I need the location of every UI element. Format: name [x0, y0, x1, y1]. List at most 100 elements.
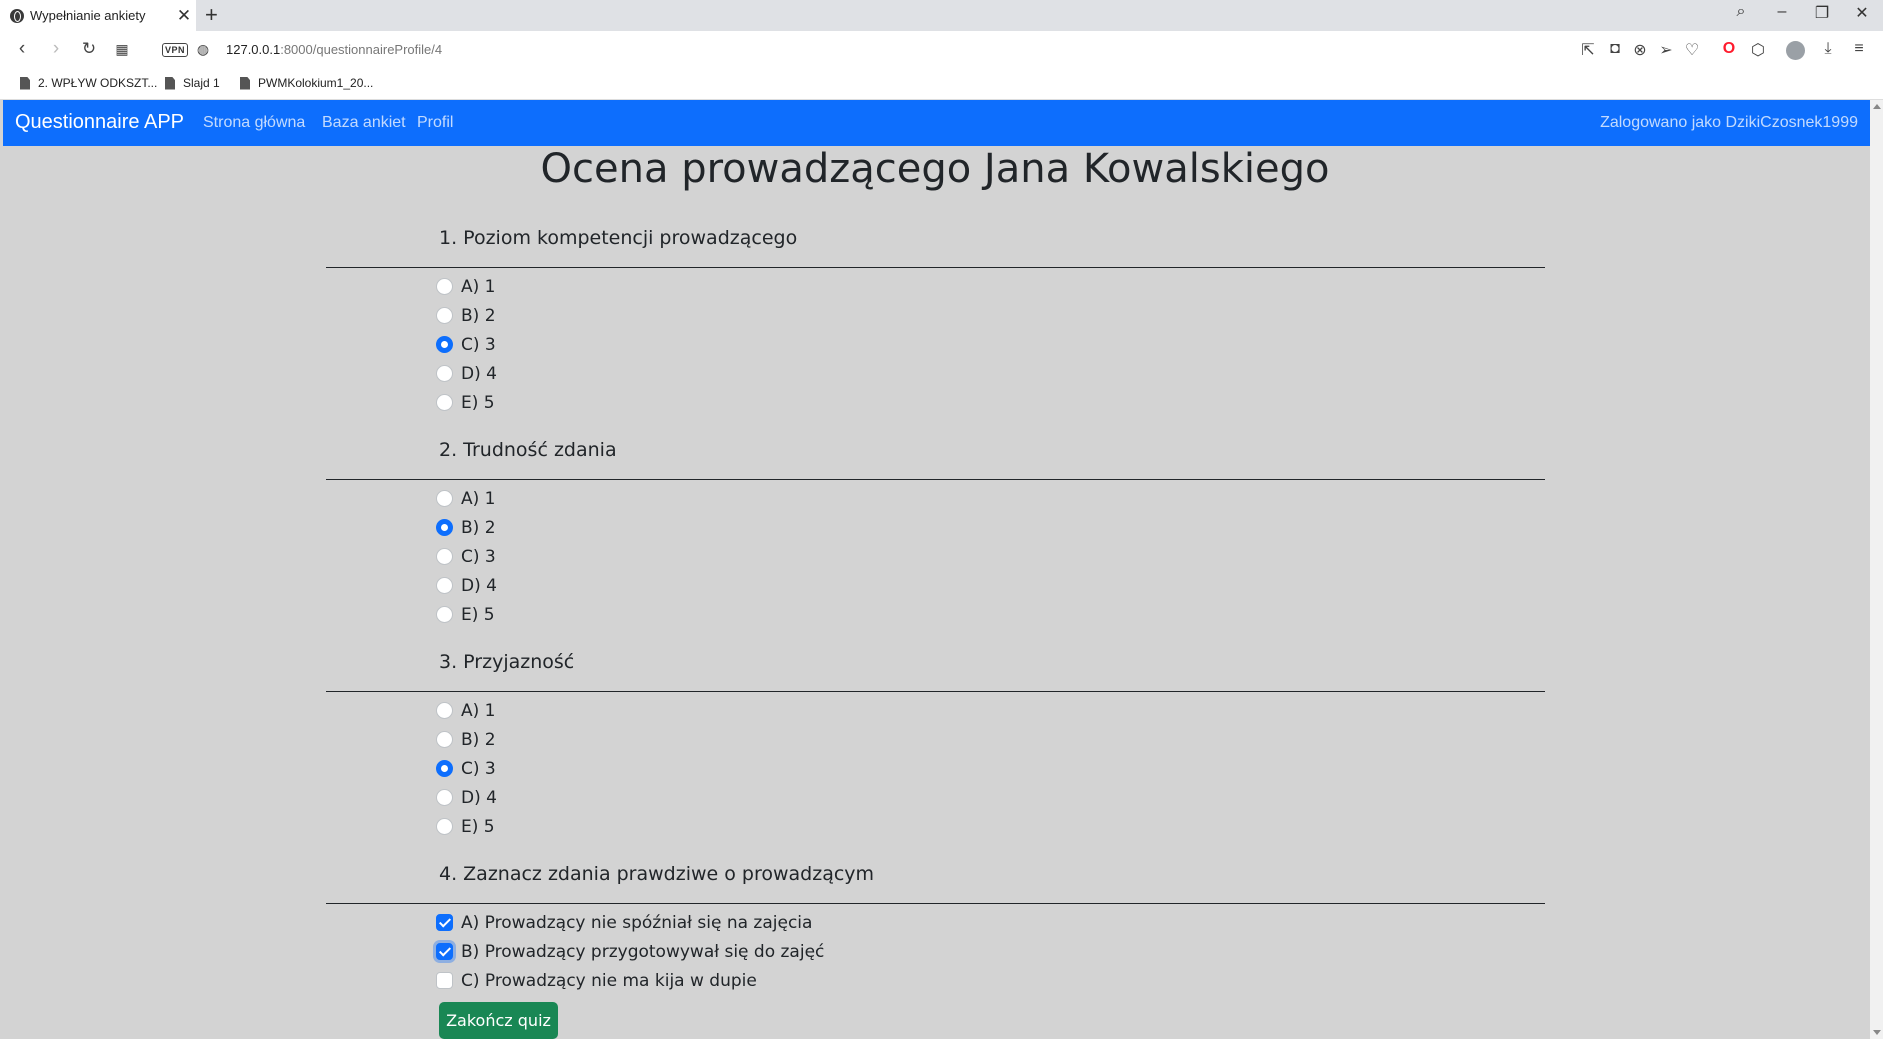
option-q1-e[interactable]: E) 5 [436, 388, 1545, 417]
radio-button[interactable] [436, 336, 453, 353]
browser-tab[interactable]: Wypełnianie ankiety ✕ [0, 0, 196, 31]
checkbox[interactable] [436, 972, 453, 989]
radio-button[interactable] [436, 278, 453, 295]
forward-icon[interactable]: › [44, 38, 68, 60]
options-list: A) Prowadzący nie spóźniał się na zajęci… [436, 908, 1545, 995]
checkbox[interactable] [436, 914, 453, 931]
option-q3-e[interactable]: E) 5 [436, 812, 1545, 841]
new-tab-button[interactable]: + [205, 2, 225, 28]
window-close-icon[interactable]: ✕ [1852, 3, 1872, 23]
radio-button[interactable] [436, 702, 453, 719]
search-tabs-icon[interactable]: ⌕ [1731, 3, 1751, 21]
option-q3-b[interactable]: B) 2 [436, 725, 1545, 754]
profile-avatar-icon[interactable] [1786, 41, 1805, 60]
option-q4-a[interactable]: A) Prowadzący nie spóźniał się na zajęci… [436, 908, 1545, 937]
option-label: E) 5 [461, 816, 495, 837]
radio-button[interactable] [436, 519, 453, 536]
tab-close-icon[interactable]: ✕ [172, 6, 196, 26]
app-brand[interactable]: Questionnaire APP [15, 111, 184, 134]
radio-button[interactable] [436, 577, 453, 594]
nav-link-questionnaires[interactable]: Baza ankiet [322, 114, 406, 132]
url-path: :8000/questionnaireProfile/4 [280, 42, 443, 57]
option-label: A) 1 [461, 488, 496, 509]
document-icon [165, 76, 175, 90]
options-list: A) 1 B) 2 C) 3 D) 4 E) 5 [436, 484, 1545, 629]
url-host: 127.0.0.1 [226, 42, 281, 57]
radio-button[interactable] [436, 731, 453, 748]
download-icon[interactable]: ⤓ [1818, 40, 1838, 58]
question-3: 3. Przyjazność A) 1 B) 2 C) 3 D) 4 E) 5 [326, 647, 1545, 841]
radio-button[interactable] [436, 490, 453, 507]
radio-button[interactable] [436, 606, 453, 623]
page-scrollbar[interactable] [1870, 100, 1883, 1039]
globe-icon [10, 8, 24, 23]
camera-icon[interactable]: ◘ [1605, 40, 1625, 58]
vpn-badge[interactable]: VPN [162, 43, 189, 57]
option-q4-c[interactable]: C) Prowadzący nie ma kija w dupie [436, 966, 1545, 995]
option-label: A) 1 [461, 700, 496, 721]
option-q2-b[interactable]: B) 2 [436, 513, 1545, 542]
option-q2-c[interactable]: C) 3 [436, 542, 1545, 571]
option-q3-d[interactable]: D) 4 [436, 783, 1545, 812]
box-icon[interactable]: ⬡ [1748, 40, 1768, 60]
radio-button[interactable] [436, 818, 453, 835]
menu-icon[interactable]: ≡ [1849, 40, 1869, 58]
send-icon[interactable]: ➢ [1656, 40, 1676, 60]
divider [326, 267, 1545, 268]
question-2: 2. Trudność zdania A) 1 B) 2 C) 3 D) 4 E… [326, 435, 1545, 629]
minimize-icon[interactable]: – [1772, 3, 1792, 21]
option-q2-d[interactable]: D) 4 [436, 571, 1545, 600]
options-list: A) 1 B) 2 C) 3 D) 4 E) 5 [436, 696, 1545, 841]
page-title: Ocena prowadzącego Jana Kowalskiego [540, 146, 1330, 192]
scroll-down-icon[interactable] [1873, 1030, 1881, 1035]
site-info-icon[interactable]: ◍ [191, 41, 215, 58]
radio-button[interactable] [436, 307, 453, 324]
back-icon[interactable]: ‹ [10, 38, 34, 60]
radio-button[interactable] [436, 365, 453, 382]
nav-link-profile[interactable]: Profil [417, 114, 453, 132]
option-label: C) 3 [461, 758, 496, 779]
option-q4-b[interactable]: B) Prowadzący przygotowywał się do zajęć [436, 937, 1545, 966]
question-4: 4. Zaznacz zdania prawdziwe o prowadzący… [326, 859, 1545, 995]
option-q1-d[interactable]: D) 4 [436, 359, 1545, 388]
options-list: A) 1 B) 2 C) 3 D) 4 E) 5 [436, 272, 1545, 417]
opera-icon[interactable]: O [1719, 40, 1739, 58]
radio-button[interactable] [436, 789, 453, 806]
option-q1-c[interactable]: C) 3 [436, 330, 1545, 359]
block-icon[interactable]: ⊗ [1630, 40, 1650, 60]
share-icon[interactable]: ⇱ [1578, 40, 1598, 60]
question-title: 4. Zaznacz zdania prawdziwe o prowadzący… [439, 863, 875, 885]
speed-dial-icon[interactable]: ▦ [110, 41, 134, 58]
restore-icon[interactable]: ❐ [1812, 3, 1832, 23]
logged-in-user: Zalogowano jako DzikiCzosnek1999 [1600, 114, 1858, 131]
reload-icon[interactable]: ↻ [77, 39, 101, 59]
browser-tab-bar: Wypełnianie ankiety ✕ + ⌕ – ❐ ✕ [0, 0, 1883, 31]
option-label: B) 2 [461, 517, 496, 538]
option-q3-a[interactable]: A) 1 [436, 696, 1545, 725]
bookmarks-bar: 2. WPŁYW ODKSZT... Slajd 1 PWMKolokium1_… [0, 69, 1883, 100]
option-q2-e[interactable]: E) 5 [436, 600, 1545, 629]
radio-button[interactable] [436, 548, 453, 565]
option-label: C) 3 [461, 334, 496, 355]
bookmark-item[interactable]: Slajd 1 [165, 76, 220, 90]
option-q3-c[interactable]: C) 3 [436, 754, 1545, 783]
bookmark-label: Slajd 1 [183, 76, 220, 90]
option-q1-a[interactable]: A) 1 [436, 272, 1545, 301]
url-field[interactable]: 127.0.0.1:8000/questionnaireProfile/4 [226, 42, 442, 57]
option-q1-b[interactable]: B) 2 [436, 301, 1545, 330]
scroll-up-icon[interactable] [1873, 104, 1881, 109]
option-label: B) Prowadzący przygotowywał się do zajęć [461, 941, 825, 962]
radio-button[interactable] [436, 760, 453, 777]
bookmark-item[interactable]: PWMKolokium1_20... [240, 76, 373, 90]
option-label: D) 4 [461, 363, 497, 384]
bookmark-item[interactable]: 2. WPŁYW ODKSZT... [20, 76, 157, 90]
radio-button[interactable] [436, 394, 453, 411]
checkbox[interactable] [436, 943, 453, 960]
option-label: E) 5 [461, 604, 495, 625]
nav-link-home[interactable]: Strona główna [203, 114, 305, 132]
heart-icon[interactable]: ♡ [1682, 40, 1702, 60]
bookmark-label: 2. WPŁYW ODKSZT... [38, 76, 158, 90]
finish-quiz-button[interactable]: Zakończ quiz [439, 1002, 558, 1039]
option-q2-a[interactable]: A) 1 [436, 484, 1545, 513]
question-title: 3. Przyjazność [439, 651, 575, 673]
